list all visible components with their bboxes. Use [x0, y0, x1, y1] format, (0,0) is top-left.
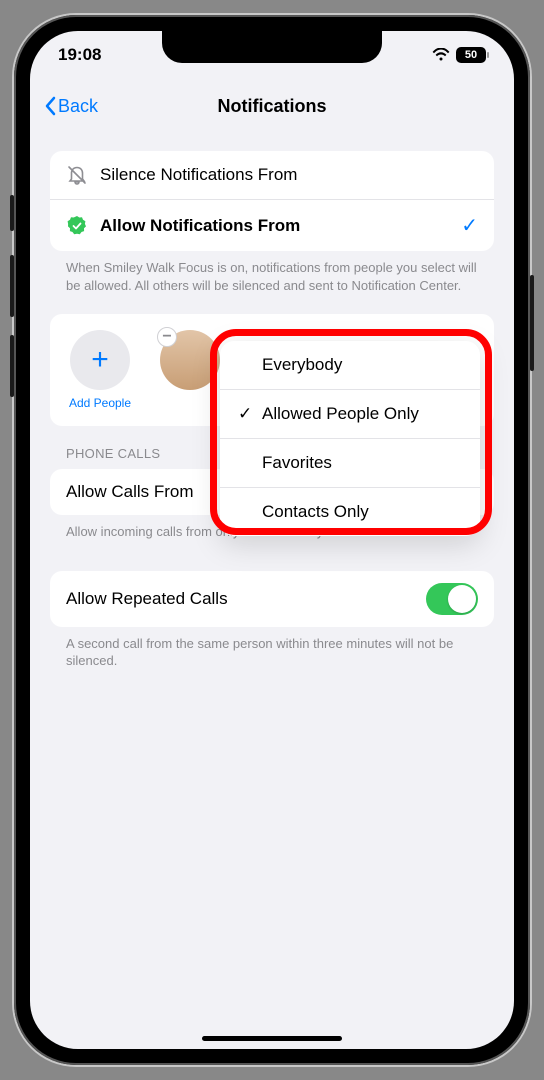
screen: 19:08 50 Back Notifications Silence Noti… [30, 31, 514, 1049]
battery-icon: 50 [456, 47, 486, 63]
back-button[interactable]: Back [44, 96, 98, 117]
allow-label: Allow Notifications From [100, 216, 449, 236]
checkmark-icon: ✓ [238, 404, 254, 424]
notch [162, 31, 382, 63]
page-title: Notifications [217, 96, 326, 117]
wifi-icon [432, 48, 450, 62]
person-avatar[interactable] [154, 330, 226, 390]
mute-switch [10, 195, 14, 231]
chevron-left-icon [44, 96, 56, 116]
allow-calls-label: Allow Calls From [66, 482, 194, 502]
repeated-label: Allow Repeated Calls [66, 589, 228, 609]
status-time: 19:08 [58, 45, 101, 65]
repeated-footer: A second call from the same person withi… [50, 627, 494, 670]
checkmark-icon: ✓ [461, 213, 478, 238]
mode-footer: When Smiley Walk Focus is on, notificati… [50, 251, 494, 294]
nav-bar: Back Notifications [30, 83, 514, 129]
content: Silence Notifications From Allow Notific… [50, 151, 494, 1029]
allow-repeated-calls-row: Allow Repeated Calls [50, 571, 494, 627]
home-indicator[interactable] [202, 1036, 342, 1041]
silence-label: Silence Notifications From [100, 165, 478, 185]
popup-option-allowed[interactable]: ✓ Allowed People Only [220, 390, 480, 439]
popup-option-favorites[interactable]: Favorites [220, 439, 480, 488]
allow-calls-popup: Everybody ✓ Allowed People Only Favorite… [220, 341, 480, 536]
status-right: 50 [432, 47, 486, 63]
allow-notifications-row[interactable]: Allow Notifications From ✓ [50, 199, 494, 251]
remove-person-button[interactable] [157, 327, 177, 347]
notification-mode-card: Silence Notifications From Allow Notific… [50, 151, 494, 251]
volume-down-button [10, 335, 14, 397]
repeated-toggle[interactable] [426, 583, 478, 615]
bell-slash-icon [66, 164, 88, 186]
add-people-button[interactable]: Add People [64, 330, 136, 410]
verified-badge-icon [66, 215, 88, 237]
plus-icon [70, 330, 130, 390]
add-people-label: Add People [69, 396, 131, 410]
popup-option-contacts[interactable]: Contacts Only [220, 488, 480, 536]
phone-frame: 19:08 50 Back Notifications Silence Noti… [14, 15, 530, 1065]
power-button [530, 275, 534, 371]
back-label: Back [58, 96, 98, 117]
volume-up-button [10, 255, 14, 317]
avatar [160, 330, 220, 390]
popup-option-everybody[interactable]: Everybody [220, 341, 480, 390]
silence-notifications-row[interactable]: Silence Notifications From [50, 151, 494, 199]
